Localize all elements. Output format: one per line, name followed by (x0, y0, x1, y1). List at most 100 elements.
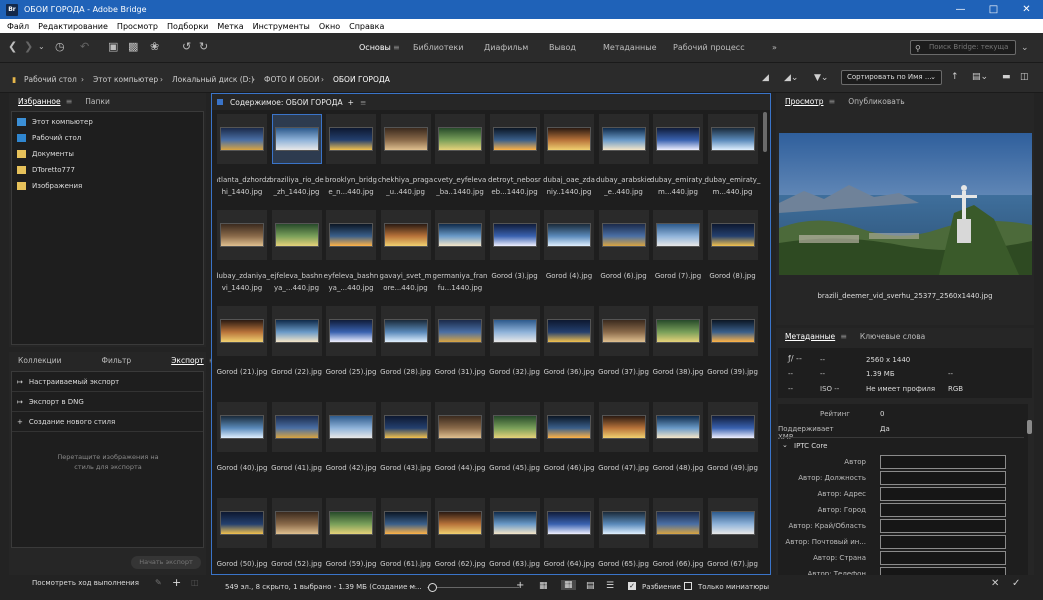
start-export-button[interactable]: Начать экспорт (131, 556, 201, 569)
search-dropdown-icon[interactable]: ⌄ (1021, 42, 1029, 54)
workspace-workflow[interactable]: Рабочий процесс (673, 43, 745, 52)
sort-dropdown[interactable]: Сортировать по Имя ... ⌄ (841, 70, 942, 85)
only-thumbnails-checkbox[interactable] (684, 582, 692, 590)
thumbnail-frame[interactable] (707, 210, 758, 260)
metadata-scrollbar-thumb[interactable] (1027, 420, 1032, 434)
favorite-desktop[interactable]: Рабочий стол (12, 130, 203, 146)
workspace-metadata[interactable]: Метаданные (603, 43, 657, 52)
tab-folders[interactable]: Папки (82, 95, 113, 108)
thumbnail-frame[interactable] (598, 306, 649, 356)
thumbnail-frame[interactable] (380, 114, 431, 164)
thumbnail-frame[interactable] (217, 210, 267, 260)
thumbnail-frame[interactable] (435, 114, 485, 164)
apply-icon[interactable]: ✓ (1012, 578, 1020, 589)
thumbnail-frame[interactable] (326, 498, 376, 548)
thumbnail-size-slider[interactable] (427, 583, 519, 592)
export-dng[interactable]: ↦ Экспорт в DNG (12, 392, 203, 412)
tab-preview[interactable]: Просмотр (782, 95, 827, 108)
tab-export[interactable]: Экспорт (168, 354, 207, 367)
favorite-dtoretto[interactable]: DToretto777 (12, 162, 203, 178)
thumbnail-frame[interactable] (217, 306, 267, 356)
thumbnail-frame[interactable] (707, 498, 758, 548)
thumbnail-frame[interactable] (271, 402, 322, 452)
thumbnail-frame[interactable] (489, 210, 540, 260)
maximize-button[interactable]: □ (977, 0, 1010, 19)
thumbnail-frame[interactable] (217, 498, 267, 548)
zoom-in-icon[interactable]: + (516, 580, 524, 591)
thumbnail-frame[interactable] (435, 402, 485, 452)
thumbnail-frame[interactable] (489, 114, 540, 164)
tab-collections[interactable]: Коллекции (15, 354, 65, 367)
thumbnail-frame[interactable] (380, 210, 431, 260)
scrollbar-thumb[interactable] (763, 112, 767, 152)
trash-icon[interactable]: ◫ (191, 578, 199, 587)
content-scrollbar[interactable] (762, 112, 768, 572)
thumbnail-frame[interactable] (435, 306, 485, 356)
thumbnail-frame[interactable] (544, 402, 594, 452)
thumbnail-frame[interactable] (707, 114, 758, 164)
thumbnail-frame[interactable] (326, 210, 376, 260)
search-input[interactable]: Поиск Bridge: текуща (910, 40, 1016, 55)
thumbnail-view-icon[interactable]: ▦ (561, 580, 576, 590)
metadata-field-input[interactable] (880, 567, 1006, 575)
breadcrumb-photo-folder[interactable]: ФОТО И ОБОИ (264, 75, 320, 84)
zoom-out-icon[interactable]: — (409, 582, 416, 590)
thumbnail-frame[interactable] (271, 306, 322, 356)
tab-metadata[interactable]: Метаданные (782, 330, 838, 343)
metadata-field-input[interactable] (880, 487, 1006, 501)
iptc-section-title[interactable]: IPTC Core (794, 442, 827, 450)
thumbnail-frame[interactable] (326, 402, 376, 452)
add-icon[interactable]: + (348, 98, 354, 107)
details-view-icon[interactable]: ▤ (586, 581, 595, 591)
menu-tools[interactable]: Инструменты (253, 22, 310, 31)
thumbnail-frame[interactable] (326, 306, 376, 356)
new-folder-icon[interactable]: ▤⌄ (972, 72, 988, 82)
metadata-field-input[interactable] (880, 503, 1006, 517)
workspace-filmstrip[interactable]: Диафильм (484, 43, 528, 52)
rating-filter-icon[interactable]: ◢⌄ (784, 73, 798, 83)
refine-icon[interactable]: ▩ (128, 41, 138, 53)
menu-view[interactable]: Просмотр (117, 22, 158, 31)
thumbnail-frame[interactable] (653, 402, 703, 452)
thumbnail-frame[interactable] (217, 402, 267, 452)
create-new-preset[interactable]: + Создание нового стиля (12, 412, 203, 432)
rating-value[interactable]: 0 (880, 410, 884, 418)
menu-edit[interactable]: Редактирование (38, 22, 108, 31)
breadcrumb-local-disk[interactable]: Локальный диск (D:) (172, 75, 254, 84)
panel-menu-icon[interactable]: ≡ (829, 97, 836, 106)
camera-icon[interactable]: ▣ (108, 41, 118, 53)
tab-filter[interactable]: Фильтр (99, 354, 135, 367)
thumbnail-frame[interactable] (271, 498, 322, 548)
thumbnail-frame[interactable] (653, 114, 703, 164)
thumbnail-frame[interactable] (489, 402, 540, 452)
progress-link[interactable]: Посмотреть ход выполнения (32, 579, 139, 587)
favorite-this-pc[interactable]: Этот компьютер (12, 114, 203, 130)
sort-direction-icon[interactable]: ↑ (951, 72, 959, 82)
list-view-icon[interactable]: ☰ (606, 581, 614, 591)
metadata-field-input[interactable] (880, 471, 1006, 485)
workspace-libraries[interactable]: Библиотеки (413, 43, 463, 52)
metadata-field-input[interactable] (880, 535, 1006, 549)
slider-handle[interactable] (427, 583, 437, 592)
thumbnail-frame[interactable] (380, 306, 431, 356)
workspace-menu-icon[interactable]: ≡ (393, 43, 400, 52)
breadcrumb-current[interactable]: ОБОИ ГОРОДА (333, 75, 390, 84)
trash-icon[interactable]: ◫ (1020, 72, 1029, 82)
razbienie-checkbox[interactable]: ✓ (628, 582, 636, 590)
menu-file[interactable]: Файл (7, 22, 29, 31)
menu-stacks[interactable]: Подборки (167, 22, 208, 31)
metadata-field-input[interactable] (880, 455, 1006, 469)
more-workspaces-icon[interactable]: » (772, 43, 777, 52)
stack-icon[interactable]: ▬ (1002, 72, 1011, 82)
close-window-button[interactable]: ✕ (1010, 0, 1043, 19)
minimize-button[interactable]: — (944, 0, 977, 19)
thumbnail-frame[interactable] (326, 114, 376, 164)
thumbnail-frame[interactable] (707, 306, 758, 356)
edit-icon[interactable]: ✎ (155, 578, 162, 587)
panel-menu-icon[interactable]: ≡ (66, 97, 73, 106)
grid-lock-icon[interactable]: ▦ (539, 581, 548, 591)
panel-menu-icon[interactable]: ≡ (360, 98, 366, 107)
return-icon[interactable]: ↶ (80, 41, 89, 53)
thumbnail-frame[interactable] (598, 402, 649, 452)
menu-help[interactable]: Справка (349, 22, 384, 31)
